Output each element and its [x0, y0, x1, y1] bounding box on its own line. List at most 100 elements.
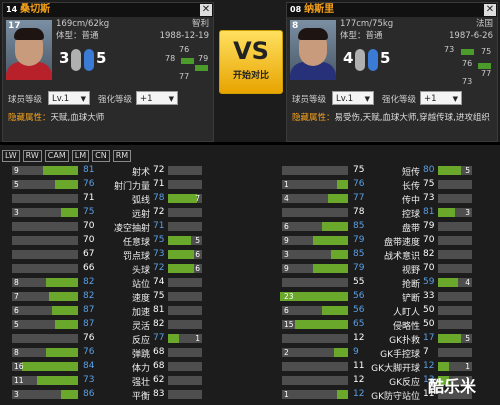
- left-close-button[interactable]: ✕: [200, 4, 212, 16]
- right-stat-diff: 3: [465, 208, 470, 217]
- left-stat-bar: 23: [280, 292, 348, 301]
- left-body-type: 体型：普通: [56, 31, 99, 41]
- left-stat-diff: 15: [284, 320, 294, 329]
- right-player-photo: 8: [290, 20, 336, 80]
- left-stat-bar: [282, 166, 348, 175]
- left-stat-bar: 9: [282, 236, 348, 245]
- left-stat-diff: 6: [284, 222, 289, 231]
- left-stat-bar: [282, 362, 348, 371]
- left-stat-fill: [337, 390, 348, 399]
- right-stat-value: 81: [423, 207, 435, 217]
- left-stat-diff: 9: [284, 236, 289, 245]
- tab-position[interactable]: RW: [22, 150, 42, 162]
- right-stat-bar: [438, 306, 472, 315]
- right-stat-diff: 5: [465, 166, 470, 175]
- left-foot-icon: [71, 49, 81, 71]
- stat-row: 23 56 铲断 33: [0, 290, 500, 304]
- right-stat-bar: [438, 236, 472, 245]
- left-stat-fill: [313, 264, 348, 273]
- left-stat-fill: [322, 306, 348, 315]
- stat-name: GK手控球: [380, 350, 420, 360]
- right-enhance-select[interactable]: +1 ▼: [420, 91, 462, 105]
- left-enhance-select[interactable]: +1 ▼: [136, 91, 178, 105]
- stat-row: 75 短传 80 5: [0, 164, 500, 178]
- stat-row: 6 85 盘带 79: [0, 220, 500, 234]
- position-tabs: LW RW CAM LM CN RM: [2, 150, 134, 162]
- right-stat-value: 33: [423, 291, 435, 301]
- compare-button[interactable]: VS 开始对比: [219, 30, 283, 94]
- left-pos-value: 76: [179, 45, 190, 54]
- right-player-level: 8: [292, 21, 299, 31]
- left-level-select[interactable]: Lv.1 ▼: [48, 91, 90, 105]
- stat-row: 15 65 侵略性 50: [0, 318, 500, 332]
- left-foot-icon: [355, 49, 365, 71]
- chevron-down-icon: ▼: [452, 95, 458, 103]
- right-stat-bar: 3: [438, 208, 472, 217]
- right-pos-value: 73: [444, 45, 455, 54]
- left-hidden-attr: 隐藏属性：天赋,血球大师: [8, 113, 105, 123]
- right-close-button[interactable]: ✕: [484, 4, 496, 16]
- left-height-weight: 169cm/62kg: [56, 19, 110, 29]
- left-stat-bar: 3: [282, 250, 348, 259]
- left-stat-fill: [313, 236, 348, 245]
- left-stat-diff: 2: [284, 348, 289, 357]
- left-stat-fill: [331, 250, 348, 259]
- left-stat-bar: 4: [282, 194, 348, 203]
- stat-row: 55 抢断 59 4: [0, 276, 500, 290]
- stat-row: 1 76 长传 75: [0, 178, 500, 192]
- right-stat-value: 73: [423, 193, 435, 203]
- left-stat-diff: 1: [284, 390, 289, 399]
- right-stat-bar: [438, 180, 472, 189]
- tab-position[interactable]: CAM: [44, 150, 69, 162]
- right-stat-diff: 4: [465, 278, 470, 287]
- stat-name: 侵略性: [392, 322, 420, 332]
- left-stat-value: 12: [353, 389, 365, 399]
- left-stat-value: 11: [353, 361, 365, 371]
- left-stat-diff: 6: [284, 306, 289, 315]
- left-stat-bar: 1: [282, 180, 348, 189]
- tab-position[interactable]: LW: [2, 150, 20, 162]
- stat-row: 3 85 战术意识 82: [0, 248, 500, 262]
- left-stat-bar: [282, 334, 348, 343]
- left-pos-tag: [181, 58, 194, 64]
- stat-row: 6 56 人盯人 50: [0, 304, 500, 318]
- right-stat-value: 80: [423, 165, 435, 175]
- stat-name: 传中: [401, 196, 420, 206]
- right-foot-icon: [368, 49, 378, 71]
- right-stat-fill: [438, 166, 461, 175]
- right-nation: 法国: [475, 19, 493, 29]
- left-player-name: 桑切斯: [20, 4, 51, 15]
- tab-position[interactable]: LM: [71, 150, 90, 162]
- right-stat-bar: [438, 264, 472, 273]
- chevron-down-icon: ▼: [364, 95, 370, 103]
- stat-row: 4 77 传中 73: [0, 192, 500, 206]
- left-stat-bar: [282, 278, 348, 287]
- left-stat-value: 75: [353, 165, 365, 175]
- tab-position[interactable]: CN: [92, 150, 110, 162]
- left-position-ratings: 76 78 79 77: [141, 39, 211, 87]
- left-stat-value: 77: [353, 193, 365, 203]
- left-stat-value: 76: [353, 179, 365, 189]
- right-player-number: 08: [290, 5, 302, 14]
- right-level-row: 球员等级 Lv.1 ▼ 强化等级 +1 ▼: [287, 90, 497, 106]
- left-stat-fill: [322, 222, 348, 231]
- divider: [0, 142, 500, 145]
- right-position-ratings: 73 75 76 77 73: [424, 39, 494, 87]
- left-stat-diff: 1: [284, 180, 289, 189]
- right-level-select[interactable]: Lv.1 ▼: [332, 91, 374, 105]
- right-stat-fill: [438, 278, 458, 287]
- right-pos-value: 77: [481, 69, 492, 78]
- left-stat-value: 56: [353, 291, 365, 301]
- right-stat-value: 70: [423, 235, 435, 245]
- stat-name: 盘带速度: [383, 238, 420, 248]
- left-strong-foot: 5: [96, 49, 107, 67]
- tab-position[interactable]: RM: [112, 150, 132, 162]
- stat-name: GK扑救: [389, 336, 420, 346]
- right-stat-value: 59: [423, 277, 435, 287]
- left-stat-value: 55: [353, 277, 365, 287]
- left-stat-value: 65: [353, 319, 365, 329]
- stat-name: 视野: [401, 266, 420, 276]
- stat-row: 78 控球 81 3: [0, 206, 500, 220]
- stat-row: 12 GK反应 13 1: [0, 374, 500, 388]
- left-level-label: 球员等级: [8, 95, 43, 105]
